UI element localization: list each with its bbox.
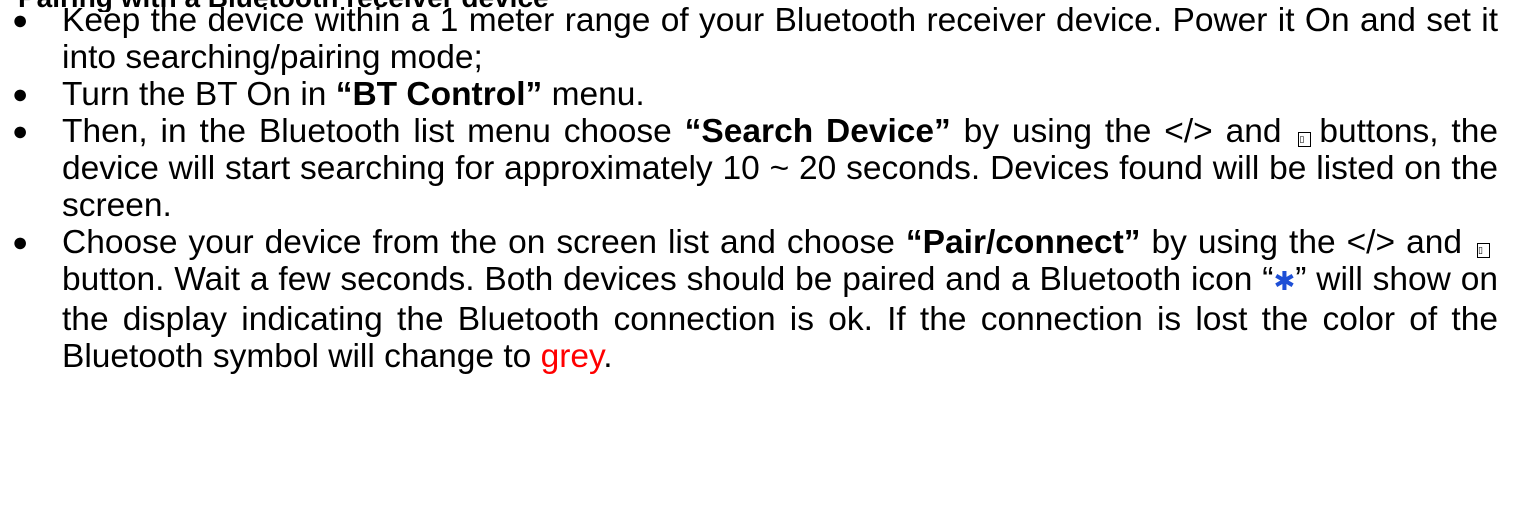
item-text: . <box>603 338 613 375</box>
item-text: Then, in the Bluetooth list menu choose <box>62 113 685 150</box>
menu-name-search-device: “Search Device” <box>684 113 951 150</box>
bullet-icon: ● <box>12 79 29 109</box>
list-item-pair-connect: ● Choose your device from the on screen … <box>0 224 1520 375</box>
item-text: by using the </> and <box>950 113 1282 150</box>
item-text: by using the </> and <box>1140 224 1462 261</box>
ok-button-icon: ▯ <box>1298 132 1312 147</box>
menu-name-bt-control: “BT Control” <box>335 76 543 113</box>
menu-name-pair-connect: “Pair/connect” <box>905 224 1141 261</box>
list-item-keep-in-range: ● Keep the device within a 1 meter range… <box>0 2 1520 76</box>
ok-button-icon: ▯ <box>1477 243 1490 258</box>
bullet-icon: ● <box>12 227 29 257</box>
item-text: button. Wait a few seconds. Both devices… <box>62 261 1274 298</box>
bullet-icon: ● <box>12 5 29 35</box>
bullet-icon: ● <box>12 116 29 146</box>
item-text: Choose your device from the on screen li… <box>62 224 906 261</box>
item-text: Keep the device within a 1 meter range o… <box>62 2 1498 76</box>
list-item-turn-bt-on: ● Turn the BT On in “BT Control” menu. <box>0 76 1520 113</box>
list-item-search-device: ● Then, in the Bluetooth list menu choos… <box>0 113 1520 224</box>
instruction-list: ● Keep the device within a 1 meter range… <box>0 2 1520 375</box>
bluetooth-icon: ✱ <box>1273 267 1296 297</box>
item-text: Turn the BT On in <box>62 76 336 113</box>
grey-word: grey <box>540 338 604 375</box>
item-text: menu. <box>542 76 645 113</box>
